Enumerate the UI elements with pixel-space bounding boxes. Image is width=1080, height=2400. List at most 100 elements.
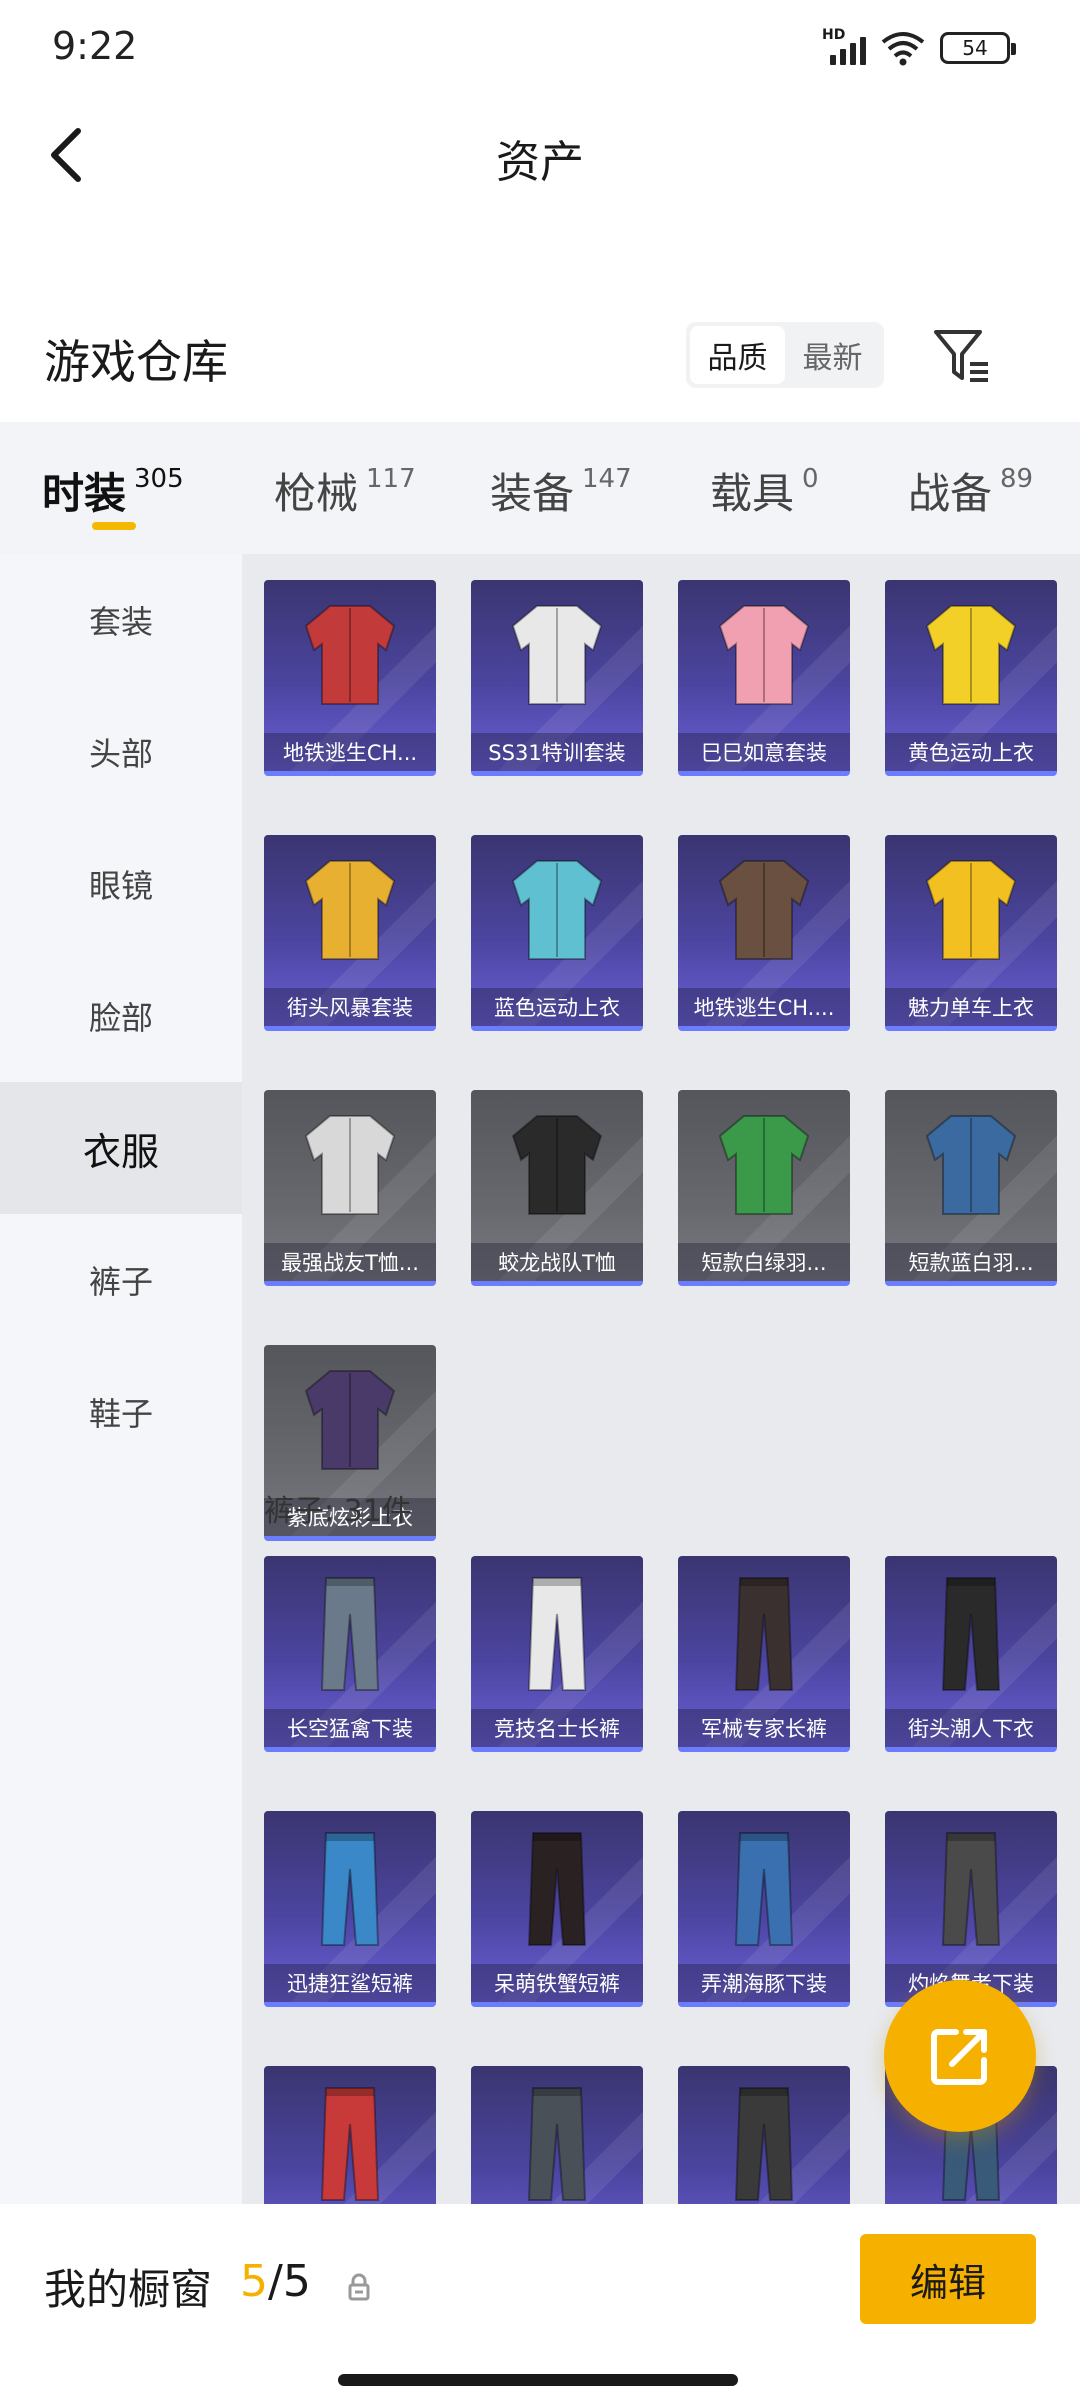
clothing-item-card[interactable]: 短款蓝白羽... (885, 1090, 1057, 1286)
jacket-icon (925, 1115, 1017, 1215)
sort-option-quality[interactable]: 品质 (690, 326, 785, 384)
status-icons: HD 54 (822, 27, 1016, 66)
battery-level: 54 (962, 36, 988, 60)
clothing-item-card[interactable]: 地铁逃生CH.... (678, 835, 850, 1031)
pants-heading: 裤子: 31件 (264, 1494, 412, 1529)
pants-icon (527, 1832, 587, 1946)
filter-icon (934, 330, 988, 382)
tab-count: 305 (134, 464, 184, 494)
page-title: 资产 (496, 137, 584, 188)
pants-icon (734, 2087, 794, 2201)
sidebar-item-glasses[interactable]: 眼镜 (0, 818, 242, 950)
item-name: SS31特训套装 (471, 733, 643, 771)
tab-firearms[interactable]: 枪械 117 (274, 422, 490, 554)
tab-label: 装备 (490, 469, 575, 518)
clothing-item-card[interactable]: 黄色运动上衣 (885, 580, 1057, 776)
showcase-separator: / (268, 2256, 283, 2307)
item-grid-area: 地铁逃生CH... SS31特训套装 巳巳如意套装 黄色运动上衣街头风暴套装 蓝色运动上… (242, 554, 1080, 2204)
sidebar-item-head[interactable]: 头部 (0, 686, 242, 818)
pants-item-card[interactable]: 长空猛禽下装 (264, 1556, 436, 1752)
jacket-icon (304, 1115, 396, 1215)
jacket-icon (304, 1370, 396, 1470)
item-name: 巳巳如意套装 (678, 733, 850, 771)
pants-item-card[interactable]: 黎明保卫者... (471, 2066, 643, 2204)
pants-icon (320, 1832, 380, 1946)
clothing-item-card[interactable]: 蛟龙战队T恤 (471, 1090, 643, 1286)
item-name: 竞技名士长裤 (471, 1709, 643, 1747)
showcase-max: 5 (282, 2256, 311, 2307)
tab-count: 0 (802, 464, 819, 494)
clothing-item-card[interactable]: 巳巳如意套装 (678, 580, 850, 776)
tab-fashion[interactable]: 时装 305 (42, 422, 274, 554)
network-type: HD (822, 27, 846, 43)
pants-icon (941, 1577, 1001, 1691)
pants-item-card[interactable]: 军械专家长裤 (678, 1556, 850, 1752)
pants-item-card[interactable]: 呆萌铁蟹短裤 (471, 1811, 643, 2007)
edit-button[interactable]: 编辑 (860, 2234, 1036, 2324)
tab-equipment[interactable]: 装备 147 (490, 422, 710, 554)
showcase-count: 5/5 (240, 2256, 311, 2307)
clothing-item-card[interactable]: 街头风暴套装 (264, 835, 436, 1031)
wifi-icon (881, 32, 925, 66)
sidebar: 套装 头部 眼镜 脸部 衣服 裤子 鞋子 (0, 554, 242, 2204)
jacket-icon (925, 605, 1017, 705)
item-name: 街头潮人下衣 (885, 1709, 1057, 1747)
item-name: 地铁逃生CH... (264, 733, 436, 771)
item-name: 短款白绿羽... (678, 1243, 850, 1281)
jacket-icon (925, 860, 1017, 960)
tab-vehicles[interactable]: 载具 0 (710, 422, 908, 554)
pants-icon (734, 1832, 794, 1946)
pants-icon (320, 1577, 380, 1691)
clothing-item-card[interactable]: 短款白绿羽... (678, 1090, 850, 1286)
tab-label: 枪械 (274, 469, 359, 518)
share-external-icon (931, 2029, 987, 2085)
tab-count: 89 (1000, 464, 1034, 494)
clothing-item-card[interactable]: 地铁逃生CH... (264, 580, 436, 776)
pants-item-card[interactable]: 旭日情侣长裤 (264, 2066, 436, 2204)
share-button[interactable] (884, 1980, 1036, 2132)
pants-item-card[interactable]: 弄潮海豚下装 (678, 1811, 850, 2007)
jacket-icon (304, 605, 396, 705)
clothing-item-card[interactable]: SS31特训套装 (471, 580, 643, 776)
sidebar-item-clothes[interactable]: 衣服 (0, 1082, 242, 1214)
sidebar-item-outfits[interactable]: 套装 (0, 554, 242, 686)
jacket-icon (511, 1115, 603, 1215)
jacket-icon (511, 605, 603, 705)
home-indicator[interactable] (338, 2374, 738, 2386)
sidebar-item-shoes[interactable]: 鞋子 (0, 1346, 242, 1478)
tab-supplies[interactable]: 战备 89 (908, 422, 1078, 554)
item-name: 呆萌铁蟹短裤 (471, 1964, 643, 2002)
item-name: 弄潮海豚下装 (678, 1964, 850, 2002)
sidebar-item-pants[interactable]: 裤子 (0, 1214, 242, 1346)
pants-icon (941, 1832, 1001, 1946)
item-name: 黄色运动上衣 (885, 733, 1057, 771)
pants-item-card[interactable]: 街头潮人下衣 (885, 1556, 1057, 1752)
status-bar: 9:22 HD 54 (0, 0, 1080, 100)
showcase-bar: 我的橱窗 5/5 编辑 (0, 2204, 1080, 2400)
clothes-grid: 地铁逃生CH... SS31特训套装 巳巳如意套装 黄色运动上衣街头风暴套装 蓝色运动上… (264, 580, 1080, 1541)
pants-item-card[interactable]: 竞技名士长裤 (471, 1556, 643, 1752)
item-name: 军械专家长裤 (678, 1709, 850, 1747)
item-name: 魅力单车上衣 (885, 988, 1057, 1026)
pants-item-card[interactable]: 灼焰舞者下装 (885, 1811, 1057, 2007)
filter-button[interactable] (930, 324, 994, 388)
item-name: 街头风暴套装 (264, 988, 436, 1026)
tab-label: 时装 (42, 469, 127, 518)
status-time: 9:22 (52, 24, 138, 68)
section-title: 游戏仓库 (44, 335, 228, 389)
signal-icon: HD (822, 27, 866, 65)
clothing-item-card[interactable]: 蓝色运动上衣 (471, 835, 643, 1031)
clothing-item-card[interactable]: 最强战友T恤... (264, 1090, 436, 1286)
pants-icon (527, 2087, 587, 2201)
tab-count: 147 (582, 464, 632, 494)
jacket-icon (718, 860, 810, 960)
item-name: 蓝色运动上衣 (471, 988, 643, 1026)
pants-item-card[interactable]: 迅捷狂鲨短裤 (264, 1811, 436, 2007)
clothing-item-card[interactable]: 魅力单车上衣 (885, 835, 1057, 1031)
pants-icon (734, 1577, 794, 1691)
item-name: 地铁逃生CH.... (678, 988, 850, 1026)
sidebar-item-face[interactable]: 脸部 (0, 950, 242, 1082)
warehouse-header: 游戏仓库 品质 最新 (0, 300, 1080, 410)
sort-option-newest[interactable]: 最新 (785, 326, 880, 384)
pants-item-card[interactable]: 冷焰舞者下装 (678, 2066, 850, 2204)
